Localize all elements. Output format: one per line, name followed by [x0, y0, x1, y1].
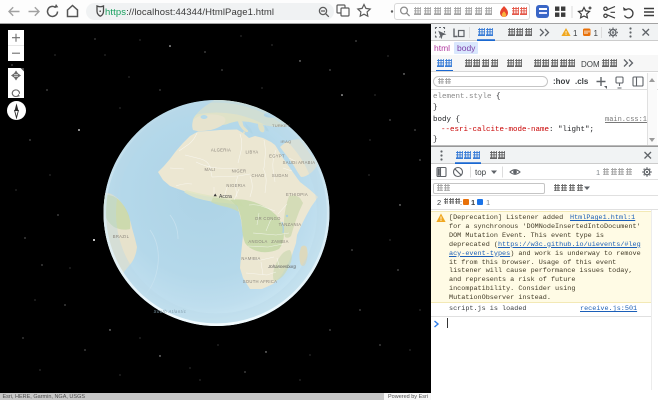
- svg-text:ETHIOPIA: ETHIOPIA: [286, 192, 308, 197]
- svg-text:SOUTH AFRICA: SOUTH AFRICA: [243, 279, 278, 284]
- svg-text:!: !: [565, 31, 567, 37]
- svg-text:Johannesburg: Johannesburg: [267, 264, 296, 269]
- svg-text:LIBYA: LIBYA: [245, 150, 258, 155]
- svg-text:top: top: [475, 168, 487, 177]
- svg-text:CHAD: CHAD: [251, 173, 264, 178]
- svg-text:ZAMBIA: ZAMBIA: [271, 239, 288, 244]
- svg-text:NIGERIA: NIGERIA: [226, 183, 245, 188]
- svg-text:!: !: [440, 217, 442, 223]
- svg-text:DR CONGO: DR CONGO: [255, 216, 281, 221]
- svg-text:NAMIBIA: NAMIBIA: [241, 256, 260, 261]
- svg-text:MALI: MALI: [205, 167, 216, 172]
- svg-text:TURKEY: TURKEY: [272, 123, 290, 128]
- svg-text:NIGER: NIGER: [232, 169, 247, 174]
- svg-text:South Atlantic: South Atlantic: [154, 309, 187, 314]
- svg-text:ALGERIA: ALGERIA: [211, 148, 231, 153]
- svg-text:BRAZIL: BRAZIL: [113, 234, 130, 239]
- svg-text:ANGOLA: ANGOLA: [248, 239, 267, 244]
- svg-text:IRAQ: IRAQ: [281, 139, 292, 144]
- svg-text:TANZANIA: TANZANIA: [279, 222, 302, 227]
- svg-text:Accra: Accra: [219, 194, 232, 200]
- svg-text:EGYPT: EGYPT: [269, 154, 285, 159]
- svg-text:SUDAN: SUDAN: [272, 173, 288, 178]
- svg-text:SAUDI ARABIA: SAUDI ARABIA: [283, 160, 316, 165]
